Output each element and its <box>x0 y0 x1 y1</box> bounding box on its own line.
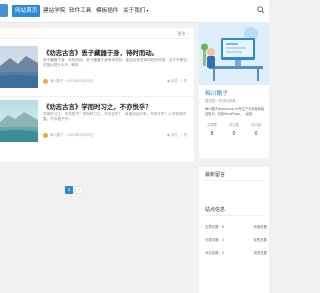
stat-value: 0 <box>232 131 236 137</box>
site-info-right: 浏览总数 <box>253 251 267 255</box>
site-info-row: 分类总数：3 标签总数 <box>205 237 267 243</box>
post-title[interactable]: 《劝志古言》学而时习之，不亦悦乎？ <box>43 102 191 111</box>
list-header: 更多 › <box>0 28 194 39</box>
post-date: 2024年05月28日 <box>68 133 94 137</box>
main-content: 更多 › 《劝志古言》丢子藏器于身，待时而动。 丢子藏器于身，待时而动。丢子藏器… <box>0 28 194 194</box>
widget-title: 最新留言 <box>205 172 226 178</box>
profile-name[interactable]: 梅川酷子 <box>205 88 228 97</box>
post-views: 浏览 <box>170 133 178 137</box>
stat-comments: 评论数 0 <box>224 122 244 137</box>
site-info-right: 页面总数 <box>253 225 267 229</box>
post-title[interactable]: 《劝志古言》丢子藏器于身，待时而动。 <box>43 48 191 57</box>
divider <box>205 180 263 181</box>
profile-card: 梅川酷子 建站是一件快乐的事 梅川酷子(www.mcrk.cn)专注于分享各种建… <box>199 22 269 158</box>
eye-icon: ◉ <box>167 133 170 137</box>
site-info-row: 文章总数：8 页面总数 <box>205 224 267 230</box>
pagination: 1 › <box>65 178 85 194</box>
site-info-right: 标签总数 <box>253 238 267 242</box>
post-stats: ◉ 浏览 ♡ 赞 <box>167 132 187 137</box>
search-icon[interactable] <box>256 6 265 15</box>
post-date: 2024年05月28日 <box>68 79 94 83</box>
post-views: 浏览 <box>170 79 178 83</box>
nav-item-home[interactable]: 网站首页 <box>12 5 41 17</box>
divider <box>0 96 194 97</box>
site-info-left: 评论总数：0 <box>205 251 224 255</box>
post-stats: ◉ 浏览 ♡ 赞 <box>167 78 187 83</box>
eye-icon: ◉ <box>167 79 170 83</box>
nav-item-tools[interactable]: 软件工具 <box>69 5 91 17</box>
site-logo[interactable] <box>0 4 8 17</box>
post-list: 更多 › 《劝志古言》丢子藏器于身，待时而动。 丢子藏器于身，待时而动。丢子藏器… <box>0 28 194 162</box>
nav-item-about[interactable]: 关于我们▾ <box>123 5 148 17</box>
divider <box>205 215 263 216</box>
post-excerpt: 丢子藏器于身，待时而动。丢子藏器于身等待时机，能否出来发挥时机的时候，这才不是说… <box>43 58 190 67</box>
stat-label: 文章数 <box>206 123 218 127</box>
site-info-widget: 站点信息 文章总数：8 页面总数 分类总数：3 标签总数 评论总数：0 浏览总数 <box>199 202 269 293</box>
post-author[interactable]: 梅川酷子 <box>50 79 64 83</box>
nav-item-themes[interactable]: 模板插件 <box>96 5 118 17</box>
post-thumbnail[interactable] <box>0 46 38 88</box>
more-link[interactable]: 更多 › <box>178 31 188 37</box>
profile-banner-illustration <box>199 22 269 85</box>
recent-comments-widget: 最新留言 <box>199 167 269 207</box>
like-icon: ♡ <box>179 133 183 137</box>
widget-title: 站点信息 <box>205 207 226 213</box>
nav-item-about-label: 关于我们 <box>123 8 146 14</box>
chevron-down-icon: ▾ <box>146 8 149 13</box>
stat-label: 访问量 <box>250 123 262 127</box>
profile-subtitle: 建站是一件快乐的事 <box>205 99 236 103</box>
stat-value: 8 <box>210 131 214 137</box>
list-item[interactable]: 《劝志古言》丢子藏器于身，待时而动。 丢子藏器于身，待时而动。丢子藏器于身等待时… <box>0 46 194 100</box>
list-item[interactable]: 《劝志古言》学而时习之，不亦悦乎？ 学而时习之，不亦悦乎？学而时习之，不亦说乎？… <box>0 100 194 154</box>
post-meta: 梅川酷子 ◷2024年05月28日 ◉ 浏览 ♡ 赞 <box>43 132 191 138</box>
like-icon: ♡ <box>179 79 183 83</box>
top-navbar: 网站首页 建站学院 软件工具 模板插件 关于我们▾ <box>0 0 269 23</box>
profile-description: 梅川酷子(www.mcrk.cn)专注于分享各种建站知识，包括WordPress… <box>205 107 265 116</box>
post-thumbnail[interactable] <box>0 100 38 142</box>
avatar <box>43 132 48 138</box>
site-info-left: 分类总数：3 <box>205 238 224 242</box>
stat-posts: 文章数 8 <box>202 122 222 137</box>
post-likes: 赞 <box>183 79 187 83</box>
site-info-row: 评论总数：0 浏览总数 <box>205 250 267 256</box>
post-author[interactable]: 梅川酷子 <box>50 133 64 137</box>
page-1-button[interactable]: 1 <box>65 186 73 194</box>
post-excerpt: 学而时习之，不亦悦乎？学而时习之，不亦说乎？...有朋自远方来，不亦乐乎？人不知… <box>43 112 187 121</box>
site-info-left: 文章总数：8 <box>205 225 224 229</box>
avatar <box>43 78 48 84</box>
post-meta: 梅川酷子 ◷2024年05月28日 ◉ 浏览 ♡ 赞 <box>43 78 191 84</box>
nav-item-academy[interactable]: 建站学院 <box>43 5 65 17</box>
next-page-button[interactable]: › <box>75 186 83 194</box>
stat-views: 访问量 0 <box>246 122 266 137</box>
stat-value: 0 <box>254 131 258 137</box>
stat-label: 评论数 <box>228 123 240 127</box>
post-likes: 赞 <box>183 133 187 137</box>
